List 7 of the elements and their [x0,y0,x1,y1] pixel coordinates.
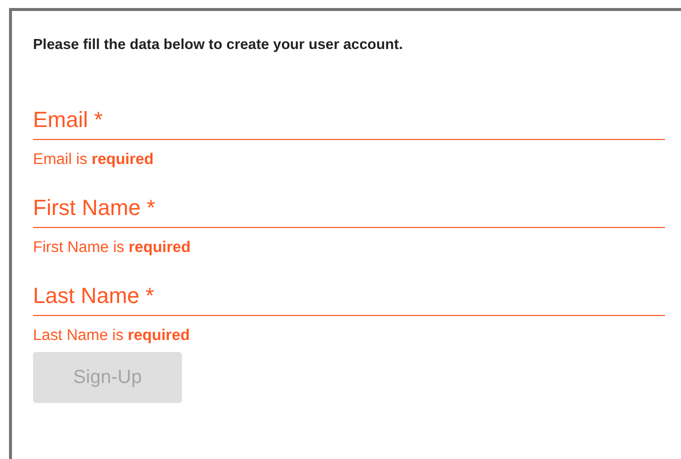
intro-text: Please fill the data below to create your user account. [33,37,404,53]
input-field[interactable]: First Name * [33,189,665,228]
input-field[interactable]: Last Name * [33,277,665,316]
error-message: First Name is required [33,239,192,257]
input-field[interactable]: Email * [33,101,665,140]
error-message: Email is required [33,151,155,169]
error-message: Last Name is required [33,327,191,345]
